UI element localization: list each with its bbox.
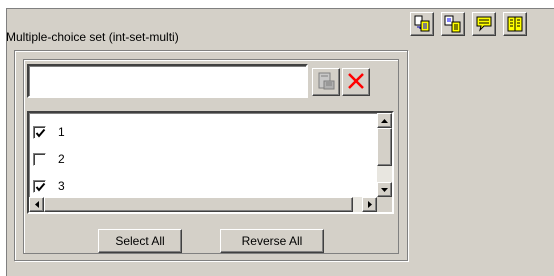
- scroll-corner: [377, 197, 392, 212]
- choice-list[interactable]: 1 2 3: [27, 111, 394, 214]
- paste-button[interactable]: [441, 12, 465, 36]
- reverse-all-button[interactable]: Reverse All: [220, 229, 324, 253]
- clear-button[interactable]: [342, 68, 370, 96]
- list-item-label: 3: [58, 179, 65, 193]
- checkbox-1[interactable]: [33, 125, 46, 139]
- paste-document-icon: [444, 15, 462, 33]
- choice-list-items: 1 2 3: [29, 113, 377, 197]
- checkbox-3[interactable]: [33, 179, 46, 193]
- list-item-label: 1: [58, 125, 65, 139]
- panel-title: Multiple-choice set (int-set-multi): [6, 30, 179, 44]
- arrow-right-icon: [367, 201, 372, 208]
- scroll-right-button[interactable]: [362, 197, 377, 212]
- vertical-scroll-thumb[interactable]: [377, 128, 392, 166]
- select-all-button[interactable]: Select All: [98, 229, 182, 253]
- copy-button[interactable]: [410, 12, 434, 36]
- list-form-icon: [316, 71, 336, 94]
- checkbox-2[interactable]: [33, 152, 46, 166]
- checkmark-icon: [35, 182, 46, 192]
- help-book-button[interactable]: [503, 12, 527, 36]
- scroll-left-button[interactable]: [29, 197, 44, 212]
- arrow-up-icon: [381, 118, 388, 123]
- checkmark-icon: [35, 128, 46, 138]
- choice-group: 1 2 3 Select All Reverse All: [23, 59, 399, 254]
- comment-button[interactable]: [472, 12, 496, 36]
- arrow-left-icon: [34, 201, 39, 208]
- red-x-icon: [346, 71, 366, 94]
- copy-document-icon: [413, 15, 431, 33]
- vertical-scrollbar[interactable]: [377, 113, 392, 197]
- book-icon: [506, 15, 524, 33]
- scroll-up-button[interactable]: [377, 113, 392, 128]
- list-item-2[interactable]: 2: [33, 149, 65, 169]
- list-item-label: 2: [58, 152, 65, 166]
- list-form-button[interactable]: [312, 68, 340, 96]
- list-item-3[interactable]: 3: [33, 176, 65, 196]
- choice-group-frame: 1 2 3 Select All Reverse All: [14, 50, 408, 261]
- value-input[interactable]: [27, 64, 308, 98]
- speech-bubble-icon: [475, 15, 493, 33]
- arrow-down-icon: [381, 187, 388, 192]
- horizontal-scroll-thumb[interactable]: [44, 197, 353, 212]
- horizontal-scrollbar[interactable]: [29, 197, 377, 212]
- scroll-down-button[interactable]: [377, 182, 392, 197]
- list-item-1[interactable]: 1: [33, 122, 65, 142]
